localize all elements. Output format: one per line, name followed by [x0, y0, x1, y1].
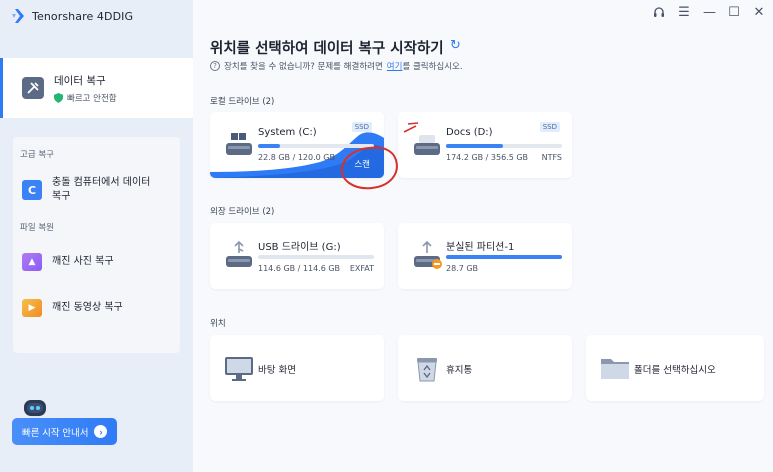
quick-start-label: 빠른 시작 안내서 [22, 427, 89, 439]
lost-partition-icon [414, 240, 442, 269]
drive-size: 28.7 GB [446, 264, 479, 273]
annotation-mark [403, 122, 419, 133]
close-icon[interactable]: ✕ [753, 6, 765, 22]
arrow-right-icon: › [94, 425, 108, 438]
location-name: 폴더를 선택하십시오 [634, 365, 716, 376]
drive-name: Docs (D:) [446, 127, 493, 138]
drive-name: System (C:) [258, 127, 317, 138]
sidebar-item-video-repair[interactable]: ▶ 깨진 동영상 복구 [22, 299, 182, 317]
section-advanced-label: 고급 복구 [20, 150, 54, 160]
menu-icon[interactable]: ☰ [678, 6, 690, 22]
advanced-panel [13, 137, 180, 353]
photo-icon: ▲ [22, 253, 42, 271]
drive-card-docs-d[interactable]: Docs (D:) SSD 174.2 GB / 356.5 GB NTFS [398, 112, 572, 178]
sidebar: Tenorshare 4DDIG 데이터 복구 빠르고 안전함 고급 복구 C … [0, 0, 193, 472]
locations-label: 위치 [210, 319, 226, 329]
section-file-restore-label: 파일 복원 [20, 223, 54, 233]
crashed-pc-icon: C [22, 180, 42, 200]
main-area: ☰ — ☐ ✕ 위치를 선택하여 데이터 복구 시작하기 ↻ ? 장치를 찾을 … [193, 0, 773, 472]
question-icon: ? [210, 61, 220, 71]
help-link[interactable]: 여기 [387, 60, 403, 72]
drive-size: 22.8 GB / 120.0 GB [258, 153, 335, 162]
location-desktop[interactable]: 바탕 화면 [210, 335, 384, 401]
local-drives-label: 로컬 드라이브 (2) [210, 97, 275, 107]
sidebar-item-label: 충돌 컴퓨터에서 데이터 복구 [52, 177, 151, 202]
drive-filesystem: EXFAT [349, 264, 374, 273]
location-name: 휴지통 [446, 365, 473, 376]
nav-title: 데이터 복구 [54, 74, 106, 87]
app-name: Tenorshare 4DDIG [32, 9, 134, 23]
nav-sub-label: 빠르고 안전함 [67, 93, 117, 104]
shield-icon [54, 92, 63, 103]
headset-icon[interactable] [653, 6, 665, 22]
sidebar-item-photo-repair[interactable]: ▲ 깨진 사진 복구 [22, 253, 182, 271]
drive-usage-bar [446, 144, 562, 148]
refresh-icon[interactable]: ↻ [450, 38, 461, 53]
drive-size: 174.2 GB / 356.5 GB [446, 153, 529, 162]
drive-card-system-c[interactable]: System (C:) SSD 22.8 GB / 120.0 GB 스캔 [210, 112, 398, 190]
drive-card-usb-g[interactable]: USB 드라이브 (G:) 114.6 GB / 114.6 GB EXFAT [210, 223, 384, 289]
sidebar-item-crashed-pc[interactable]: C 충돌 컴퓨터에서 데이터 복구 [22, 176, 182, 204]
sidebar-item-label: 깨진 동영상 복구 [52, 302, 123, 313]
logo-icon [12, 9, 24, 23]
drive-usage-bar [258, 255, 374, 259]
page-title: 위치를 선택하여 데이터 복구 시작하기 [210, 41, 444, 57]
scan-annotation-circle [340, 146, 398, 190]
usb-drive-icon [226, 240, 252, 267]
external-drives-label: 외장 드라이브 (2) [210, 207, 275, 217]
sidebar-item-label: 깨진 사진 복구 [52, 256, 114, 267]
desktop-icon [225, 357, 253, 381]
maximize-icon[interactable]: ☐ [728, 6, 740, 22]
nav-data-recovery[interactable]: 데이터 복구 빠르고 안전함 [0, 58, 193, 118]
drive-card-lost-partition[interactable]: 분실된 파티션-1 28.7 GB [398, 223, 572, 289]
quick-start-button[interactable]: 빠른 시작 안내서 › [12, 418, 117, 445]
video-icon: ▶ [22, 299, 42, 317]
minimize-icon[interactable]: — [703, 6, 716, 22]
tools-icon [22, 77, 44, 99]
location-recycle-bin[interactable]: 휴지통 [398, 335, 572, 401]
help-suffix: 를 클릭하십시오. [402, 62, 463, 72]
nav-subtitle: 빠르고 안전함 [54, 92, 117, 104]
location-name: 바탕 화면 [258, 365, 296, 376]
drive-usage-bar [446, 255, 562, 259]
window-controls: ☰ — ☐ ✕ [653, 6, 765, 22]
drive-size: 114.6 GB / 114.6 GB [258, 264, 341, 273]
drive-name: USB 드라이브 (G:) [258, 242, 341, 253]
hard-drive-icon [226, 133, 252, 155]
drive-filesystem: NTFS [541, 153, 562, 162]
help-text: 장치를 찾을 수 없습니까? 문제를 해결하려면 [224, 62, 383, 72]
ssd-badge: SSD [351, 122, 372, 132]
location-select-folder[interactable]: 폴더를 선택하십시오 [586, 335, 764, 401]
drive-name: 분실된 파티션-1 [446, 242, 515, 253]
help-line: ? 장치를 찾을 수 없습니까? 문제를 해결하려면 여기 를 클릭하십시오. [210, 60, 463, 72]
recycle-bin-icon [417, 358, 437, 382]
ssd-badge: SSD [539, 122, 560, 132]
folder-icon [601, 359, 629, 379]
app-logo: Tenorshare 4DDIG [10, 8, 133, 24]
